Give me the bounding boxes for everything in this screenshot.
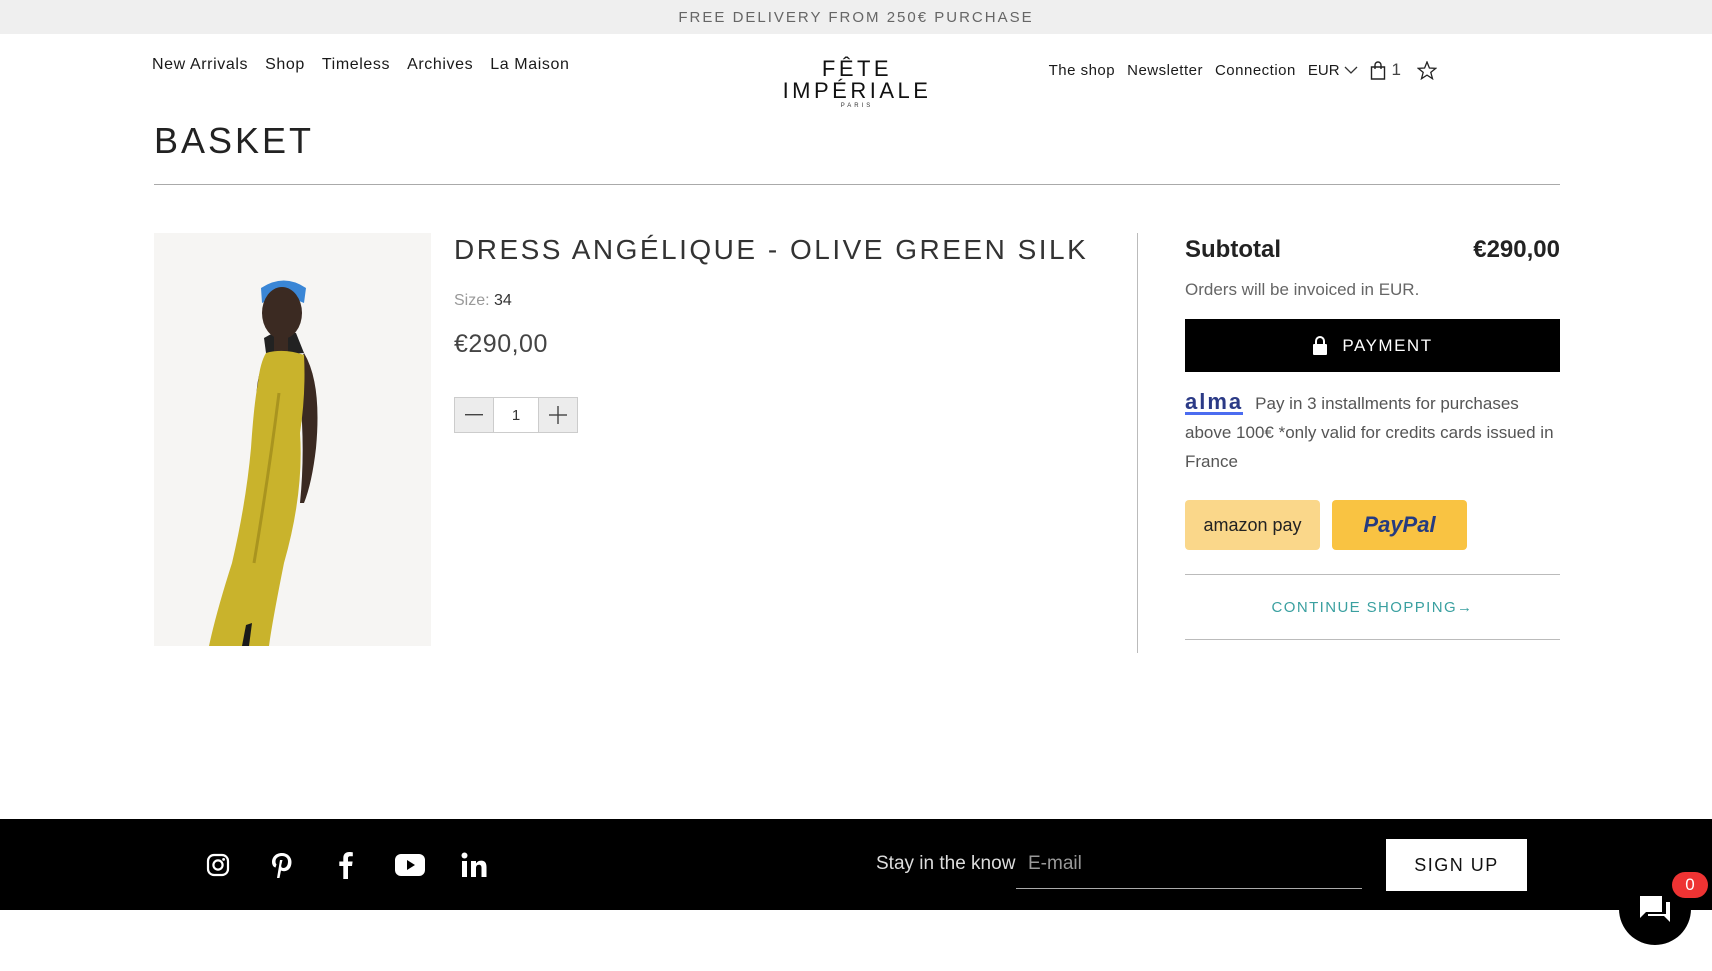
summary-divider-bottom [1185, 639, 1560, 640]
linkedin-icon[interactable] [458, 849, 490, 881]
nav-the-shop[interactable]: The shop [1049, 62, 1116, 79]
promo-text: FREE DELIVERY FROM 250€ PURCHASE [678, 8, 1034, 26]
chat-badge: 0 [1672, 872, 1708, 898]
signup-button[interactable]: SIGN UP [1386, 839, 1527, 891]
nav-newsletter[interactable]: Newsletter [1127, 62, 1203, 79]
column-divider [1137, 233, 1138, 653]
subtotal-label: Subtotal [1185, 236, 1281, 263]
product-size: Size: 34 [454, 292, 512, 310]
nav-new-arrivals[interactable]: New Arrivals [152, 56, 248, 74]
continue-shopping-link[interactable]: CONTINUE SHOPPING→ [1185, 575, 1560, 639]
pinterest-icon[interactable] [266, 849, 298, 881]
nav-connection[interactable]: Connection [1215, 62, 1296, 79]
decrease-quantity-button[interactable] [454, 397, 494, 433]
amazon-pay-button[interactable]: amazon pay [1185, 500, 1320, 550]
promo-banner: FREE DELIVERY FROM 250€ PURCHASE [0, 0, 1712, 34]
currency-selector[interactable]: EUR [1308, 62, 1358, 79]
express-payments: amazon pay PayPal [1185, 500, 1560, 550]
subtotal-row: Subtotal €290,00 [1185, 233, 1560, 267]
currency-value: EUR [1307, 61, 1340, 79]
star-icon [1417, 60, 1437, 80]
main-nav: New Arrivals Shop Timeless Archives La M… [152, 56, 570, 74]
nav-la-maison[interactable]: La Maison [490, 56, 569, 74]
nav-timeless[interactable]: Timeless [322, 56, 390, 74]
model-photo [154, 233, 431, 646]
size-label: Size: [454, 292, 490, 309]
product-price: €290,00 [454, 330, 548, 358]
nav-shop[interactable]: Shop [265, 56, 305, 74]
size-value: 34 [494, 292, 512, 309]
instagram-icon[interactable] [202, 849, 234, 881]
minus-icon [465, 414, 483, 416]
page-title: BASKET [154, 120, 315, 161]
order-summary: Subtotal €290,00 Orders will be invoiced… [1185, 233, 1560, 640]
payment-button[interactable]: PAYMENT [1185, 319, 1560, 372]
newsletter-label: Stay in the know [876, 853, 1016, 874]
plus-icon [549, 406, 567, 424]
social-links [202, 849, 490, 881]
cart-count: 1 [1391, 60, 1401, 79]
paypal-button[interactable]: PayPal [1332, 500, 1467, 550]
invoice-note: Orders will be invoiced in EUR. [1185, 280, 1420, 299]
site-footer: Stay in the know SIGN UP [0, 819, 1712, 910]
lock-icon [1313, 336, 1328, 355]
quantity-value[interactable]: 1 [494, 397, 538, 433]
wishlist-button[interactable] [1417, 60, 1437, 80]
product-name[interactable]: DRESS ANGÉLIQUE - OLIVE GREEN SILK [454, 234, 1088, 266]
product-image[interactable] [154, 233, 431, 646]
subtotal-value: €290,00 [1473, 236, 1560, 263]
logo-subtext: PARIS [840, 103, 874, 109]
cart-button[interactable]: 1 [1370, 60, 1401, 80]
payment-label: PAYMENT [1342, 335, 1433, 355]
chevron-down-icon [1344, 66, 1357, 74]
alma-logo: alma [1185, 389, 1244, 415]
alma-installments: alma Pay in 3 installments for purchases … [1185, 389, 1560, 476]
shopping-bag-icon [1370, 60, 1385, 80]
account-nav: The shop Newsletter Connection EUR 1 [1049, 60, 1437, 80]
youtube-icon[interactable] [394, 849, 426, 881]
amazon-pay-label: amazon pay [1203, 514, 1302, 535]
chat-icon [1640, 896, 1670, 922]
site-logo[interactable]: FÊTE IMPÉRIALE PARIS [755, 56, 959, 110]
site-header: New Arrivals Shop Timeless Archives La M… [0, 34, 1712, 109]
quantity-stepper: 1 [454, 397, 578, 433]
logo-text: FÊTE IMPÉRIALE [782, 56, 932, 103]
email-field[interactable] [1016, 839, 1362, 889]
paypal-label: PayPal [1363, 512, 1436, 537]
increase-quantity-button[interactable] [538, 397, 578, 433]
nav-archives[interactable]: Archives [407, 56, 473, 74]
title-divider [154, 184, 1560, 185]
facebook-icon[interactable] [330, 849, 362, 881]
